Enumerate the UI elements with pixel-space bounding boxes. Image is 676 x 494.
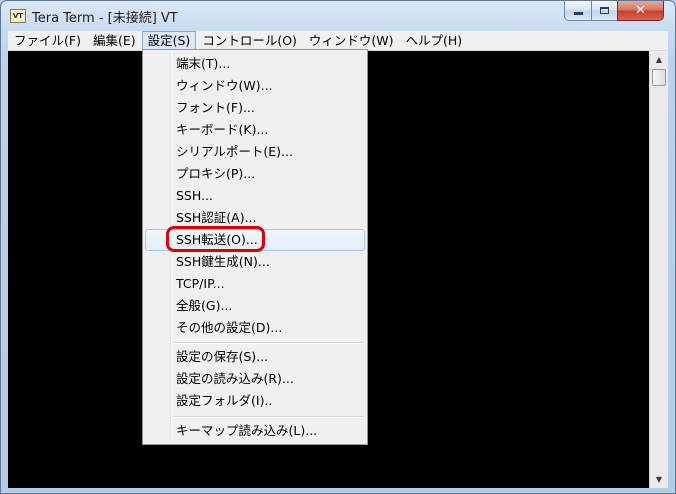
vertical-scrollbar[interactable]: ▲ ▼	[649, 51, 668, 488]
menu-file[interactable]: ファイル(F)	[8, 31, 87, 50]
minimize-icon	[573, 12, 583, 15]
vt-app-icon[interactable]: VT	[10, 9, 26, 23]
menu-item-tcpip[interactable]: TCP/IP...	[145, 273, 365, 295]
menu-item-keyboard[interactable]: キーボード(K)...	[145, 119, 365, 141]
menu-item-load-keymap[interactable]: キーマップ読み込み(L)...	[145, 420, 365, 442]
scroll-up-arrow-icon[interactable]: ▲	[650, 51, 668, 68]
menu-separator	[173, 416, 363, 418]
menu-item-restore-setup[interactable]: 設定の読み込み(R)...	[145, 368, 365, 390]
menu-item-serial-port[interactable]: シリアルポート(E)...	[145, 141, 365, 163]
scroll-down-arrow-icon[interactable]: ▼	[650, 471, 668, 488]
menu-item-font[interactable]: フォント(F)...	[145, 97, 365, 119]
menu-item-window[interactable]: ウィンドウ(W)...	[145, 75, 365, 97]
red-highlight-annotation	[166, 226, 265, 252]
menu-separator	[173, 342, 363, 344]
menu-edit[interactable]: 編集(E)	[87, 31, 142, 50]
minimize-button[interactable]	[564, 1, 592, 21]
window-title: Tera Term - [未接続] VT	[32, 11, 178, 26]
close-icon: ✕	[635, 3, 646, 18]
menu-item-ssh[interactable]: SSH...	[145, 185, 365, 207]
menu-item-proxy[interactable]: プロキシ(P)...	[145, 163, 365, 185]
close-button[interactable]: ✕	[617, 1, 664, 21]
maximize-icon	[600, 7, 609, 14]
menu-item-terminal[interactable]: 端末(T)...	[145, 53, 365, 75]
menu-item-save-setup[interactable]: 設定の保存(S)...	[145, 346, 365, 368]
menu-bar: ファイル(F) 編集(E) 設定(S) コントロール(O) ウィンドウ(W) ヘ…	[8, 31, 668, 51]
menu-item-setup-dir[interactable]: 設定フォルダ(I)..	[145, 390, 365, 412]
menu-item-general[interactable]: 全般(G)...	[145, 295, 365, 317]
menu-control[interactable]: コントロール(O)	[196, 31, 303, 50]
scroll-thumb[interactable]	[652, 69, 666, 86]
menu-window[interactable]: ウィンドウ(W)	[303, 31, 400, 50]
menu-item-additional[interactable]: その他の設定(D)...	[145, 317, 365, 339]
menu-help[interactable]: ヘルプ(H)	[400, 31, 469, 50]
maximize-button[interactable]	[591, 1, 618, 21]
menu-settings[interactable]: 設定(S)	[141, 31, 197, 50]
menu-item-ssh-keygen[interactable]: SSH鍵生成(N)...	[145, 251, 365, 273]
